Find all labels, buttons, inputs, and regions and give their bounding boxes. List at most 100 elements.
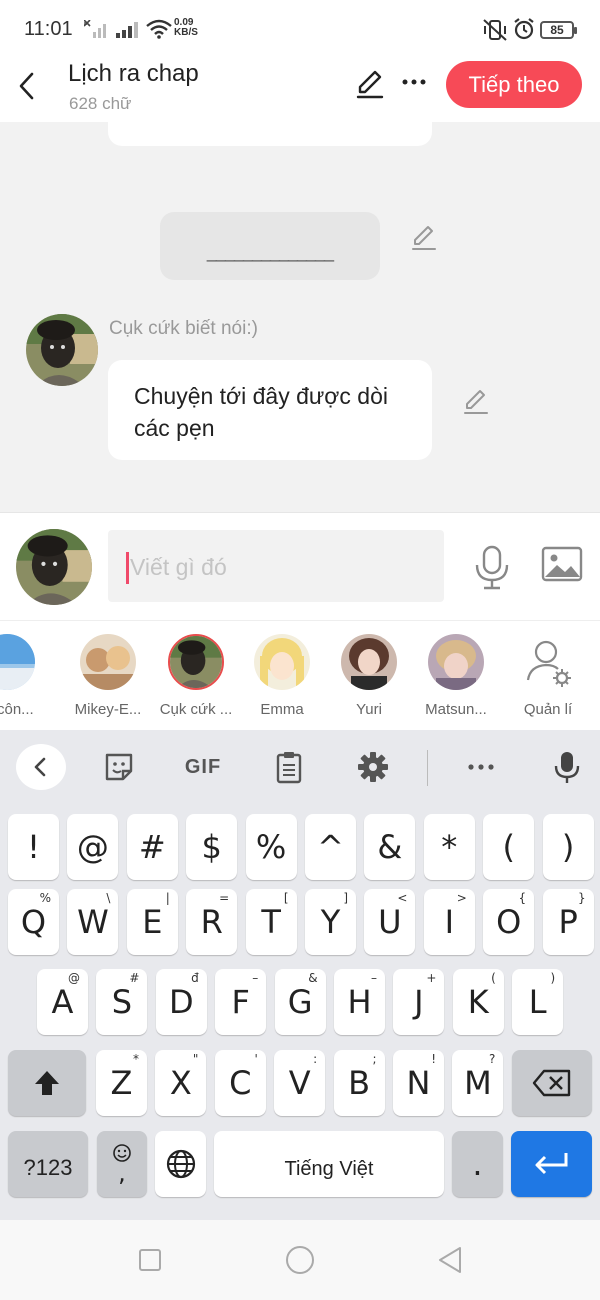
space-key[interactable]: Tiếng Việt — [214, 1131, 444, 1197]
character-item[interactable]: ... côn... — [0, 631, 52, 726]
message-bubble[interactable]: Chuyện tới đây được dòi các pẹn — [108, 360, 432, 460]
key[interactable]: @ — [67, 814, 119, 880]
key[interactable]: A @ — [37, 969, 88, 1035]
character-label: Yuri — [356, 701, 382, 718]
shift-key[interactable] — [8, 1050, 86, 1116]
key[interactable]: F – — [215, 969, 267, 1035]
settings-button[interactable] — [348, 744, 398, 790]
back-button[interactable] — [12, 64, 42, 104]
signal-icon — [116, 22, 138, 38]
signal-off-icon — [84, 20, 106, 38]
key[interactable]: & — [364, 814, 416, 880]
keyboard-back-button[interactable] — [16, 744, 66, 790]
key[interactable]: ! — [8, 814, 59, 880]
key-hint: ) — [550, 971, 556, 985]
key[interactable]: T[ — [245, 889, 297, 955]
key-label: V — [288, 1064, 311, 1102]
character-item-selected[interactable]: Cụk cứk ... — [151, 631, 241, 726]
back-triangle-icon[interactable] — [436, 1245, 464, 1275]
key[interactable]: R = — [186, 889, 238, 955]
language-key[interactable] — [155, 1131, 206, 1197]
key-label: X — [169, 1064, 192, 1102]
manage-icon-wrap — [520, 634, 576, 690]
key[interactable]: U < — [364, 889, 416, 955]
message-input[interactable]: Viết gì đó — [108, 530, 444, 602]
home-icon[interactable] — [284, 1244, 316, 1276]
key-hint: ( — [491, 971, 496, 985]
key[interactable]: # — [126, 814, 178, 880]
avatar[interactable] — [26, 314, 98, 386]
key-hint: % — [39, 891, 51, 905]
key[interactable]: V: — [274, 1050, 326, 1116]
key[interactable]: Y] — [305, 889, 356, 955]
text-caret — [126, 552, 129, 584]
key[interactable]: M? — [452, 1050, 504, 1116]
backspace-key[interactable] — [512, 1050, 592, 1116]
key[interactable]: N! — [393, 1050, 444, 1116]
voice-input-button[interactable] — [470, 543, 514, 591]
current-character-avatar[interactable] — [16, 529, 92, 605]
key[interactable]: W \ — [67, 889, 119, 955]
key-label: D — [168, 983, 194, 1021]
key[interactable]: G & — [274, 969, 326, 1035]
key[interactable]: C ' — [214, 1050, 266, 1116]
key[interactable]: B; — [333, 1050, 385, 1116]
key[interactable]: $ — [186, 814, 238, 880]
gif-button[interactable]: GIF — [178, 744, 228, 790]
key[interactable]: E | — [126, 889, 178, 955]
key[interactable]: % — [245, 814, 297, 880]
emoji-key[interactable]: , — [97, 1131, 147, 1197]
key[interactable]: Z * — [96, 1050, 147, 1116]
character-avatar-image — [80, 634, 136, 690]
character-avatar-image — [254, 634, 310, 690]
character-avatar-image — [341, 634, 397, 690]
key[interactable]: ) — [542, 814, 594, 880]
clipboard-button[interactable] — [264, 744, 314, 790]
key-hint: > — [456, 891, 467, 905]
chat-area[interactable]: ______________ Cụk cứk biết nói:) Chuyện… — [0, 122, 600, 512]
message-bubble-partial[interactable] — [108, 122, 432, 146]
character-item[interactable]: Matsun... — [411, 631, 501, 726]
shift-icon — [35, 1071, 59, 1095]
divider-bubble[interactable]: ______________ — [160, 212, 380, 280]
character-item[interactable]: Emma — [237, 631, 327, 726]
key[interactable]: I > — [423, 889, 475, 955]
key[interactable]: Q% — [8, 889, 59, 955]
key-label: T — [261, 903, 281, 941]
more-options-button[interactable] — [400, 66, 428, 98]
key[interactable]: K( — [452, 969, 504, 1035]
edit-button[interactable] — [354, 68, 386, 100]
key[interactable]: X " — [155, 1050, 207, 1116]
next-button[interactable]: Tiếp theo — [446, 61, 582, 108]
message-edit-button[interactable] — [462, 388, 490, 416]
character-label: Quản lí — [523, 701, 573, 718]
pencil-icon — [464, 390, 488, 414]
key-label: & — [377, 828, 403, 866]
key[interactable]: L) — [512, 969, 564, 1035]
pencil-icon — [412, 226, 436, 250]
period-key[interactable]: . — [452, 1131, 503, 1197]
key[interactable]: P} — [542, 889, 594, 955]
key[interactable]: Dđ — [155, 969, 207, 1035]
key[interactable]: H – — [334, 969, 385, 1035]
key[interactable]: ( — [483, 814, 535, 880]
character-item[interactable]: Yuri — [324, 631, 414, 726]
divider-edit-button[interactable] — [410, 224, 438, 252]
character-avatar — [80, 634, 136, 690]
key[interactable]: ^ — [305, 814, 356, 880]
numbers-key[interactable]: ?123 — [8, 1131, 88, 1197]
character-item[interactable]: Mikey-E... — [63, 631, 153, 726]
keyboard-voice-button[interactable] — [542, 744, 592, 790]
enter-key[interactable] — [511, 1131, 592, 1197]
sticker-button[interactable] — [94, 744, 144, 790]
insert-image-button[interactable] — [540, 545, 586, 585]
keyboard-more-button[interactable] — [456, 744, 506, 790]
manage-characters-button[interactable]: Quản lí — [503, 631, 593, 726]
sticker-icon — [105, 753, 133, 781]
key[interactable]: O{ — [483, 889, 535, 955]
character-selector: ... côn... Mikey-E... Cụk cứk ... Emma — [0, 620, 600, 730]
key[interactable]: * — [423, 814, 475, 880]
key[interactable]: J + — [393, 969, 445, 1035]
recent-apps-icon[interactable] — [138, 1248, 162, 1272]
key[interactable]: S # — [96, 969, 148, 1035]
